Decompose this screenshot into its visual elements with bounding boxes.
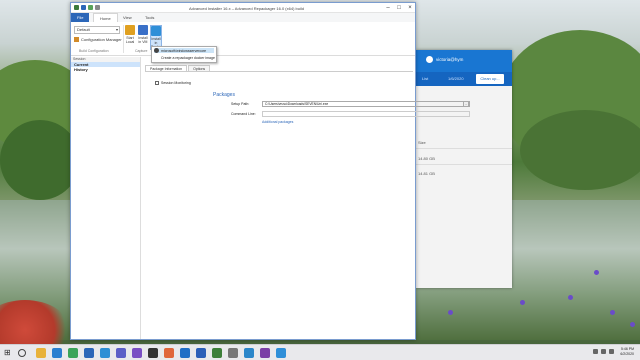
configuration-manager-label: Configuration Manager [81,37,122,42]
tab-tools[interactable]: Tools [139,13,160,22]
docker-dropdown-menu: microsoft/windowsservercore Create a rep… [151,46,217,63]
avatar [426,56,433,63]
advanced-installer-window[interactable]: Advanced Installer 16.x – Advanced Repac… [70,2,470,340]
bg-app-header: victoria@hym [416,50,512,72]
iris-flower [610,310,615,315]
bg-app-date: 1/6/2020 [448,76,464,81]
docker-icon[interactable] [276,348,286,358]
session-monitoring-checkbox[interactable]: Session Monitoring [155,81,191,85]
quick-access-toolbar [74,5,100,10]
network-icon[interactable] [601,349,606,354]
command-line-input[interactable] [262,111,470,117]
background-tree [520,110,640,190]
iris-flower [630,322,635,327]
advanced-installer-icon[interactable] [212,348,222,358]
edge-icon[interactable] [52,348,62,358]
divider [416,148,512,149]
system-tray [593,349,614,354]
chrome-icon[interactable] [68,348,78,358]
bg-app-row: Size [418,140,426,145]
start-local-button[interactable]: Start Local [124,25,136,44]
menu-item-create-image[interactable]: Create a repackager docker image [161,56,215,60]
ribbon-tabs: File Home View Tools [71,13,415,22]
word-icon[interactable] [196,348,206,358]
onenote-icon[interactable] [260,348,270,358]
app-icon [74,5,79,10]
title-bar: Advanced Installer 16.x – Advanced Repac… [71,3,415,13]
firefox-icon[interactable] [164,348,174,358]
bg-app-list-label: List [422,76,429,81]
command-line-label: Command Line: [231,112,256,116]
visual-studio-icon[interactable] [132,348,142,358]
divider [145,71,413,72]
volume-icon[interactable] [609,349,614,354]
vs-code-icon[interactable] [100,348,110,358]
menu-item-docker-image[interactable]: microsoft/windowsservercore [154,48,214,53]
install-in-vm-label: Install in VM [138,36,148,44]
taskbar: ⊞ 5:46 PM 6/2/2020 [0,344,640,360]
install-in-vm-button[interactable]: Install in VM [137,25,149,44]
background-app-window[interactable]: victoria@hym List 1/6/2020 Clean up... S… [416,50,512,288]
tab-file[interactable]: File [71,13,90,22]
photos-icon[interactable] [244,348,254,358]
explorer-icon[interactable] [36,348,46,358]
tab-home[interactable]: Home [93,13,118,22]
save-icon[interactable] [81,5,86,10]
ribbon: Default Configuration Manager Build Conf… [71,22,415,56]
setup-path-label: Setup Path: [231,102,250,106]
sidebar-item-history[interactable]: History [71,67,140,72]
run-icon[interactable] [88,5,93,10]
clock-date: 6/2/2020 [620,352,634,356]
browse-button[interactable]: ... [463,101,469,107]
taskbar-icons [36,348,286,358]
session-sidebar: Session Current History [71,57,141,339]
teams-icon[interactable] [116,348,126,358]
bg-app-row: 14.80 GB [418,156,435,161]
iris-flower [448,310,453,315]
search-icon[interactable] [18,349,26,357]
bg-app-subheader: List 1/6/2020 Clean up... [416,72,512,86]
chevron-up-icon[interactable] [593,349,598,354]
configuration-manager-button[interactable]: Configuration Manager [74,37,122,42]
docker-icon [154,48,159,53]
close-button[interactable]: × [405,4,415,12]
configuration-dropdown[interactable]: Default [74,26,120,34]
window-title: Advanced Installer 16.x – Advanced Repac… [189,6,304,11]
configuration-icon [74,37,79,42]
menu-item-label: microsoft/windowsservercore [161,48,207,53]
minimize-button[interactable]: – [383,4,393,12]
store-icon[interactable] [84,348,94,358]
start-local-label: Start Local [125,36,135,44]
terminal-icon[interactable] [148,348,158,358]
setup-path-input[interactable]: C:\Users\vrusu\Downloads\SEVEN\Uni.exe [262,101,470,107]
chevron-down-icon[interactable] [95,5,100,10]
ribbon-group-label: Build Configuration [79,49,109,53]
bg-app-username: victoria@hym [436,57,464,62]
background-tree [0,120,80,200]
outlook-icon[interactable] [180,348,190,358]
divider [416,164,512,165]
bg-app-row: 14.81 GB [418,171,435,176]
clock[interactable]: 5:46 PM 6/2/2020 [620,347,634,357]
packages-section-title: Packages [213,92,235,98]
checkbox-icon[interactable] [155,81,159,85]
bg-app-user[interactable]: victoria@hym [426,56,463,63]
additional-packages-link[interactable]: Additional packages [262,120,293,124]
main-content: Package Information Options Session Moni… [143,57,470,339]
session-monitoring-label: Session Monitoring [161,81,191,85]
menu-item-label: Create a repackager docker image [161,56,215,60]
iris-flower [568,295,573,300]
vm-icon [138,25,148,35]
ribbon-group-label: Capture [135,49,148,53]
iris-flower [520,300,525,305]
maximize-button[interactable]: □ [394,4,404,12]
tab-view[interactable]: View [117,13,138,22]
start-icon [125,25,135,35]
clean-up-button[interactable]: Clean up... [476,74,504,84]
start-button[interactable]: ⊞ [4,349,12,357]
docker-icon [151,26,161,36]
settings-icon[interactable] [228,348,238,358]
iris-flower [594,270,599,275]
